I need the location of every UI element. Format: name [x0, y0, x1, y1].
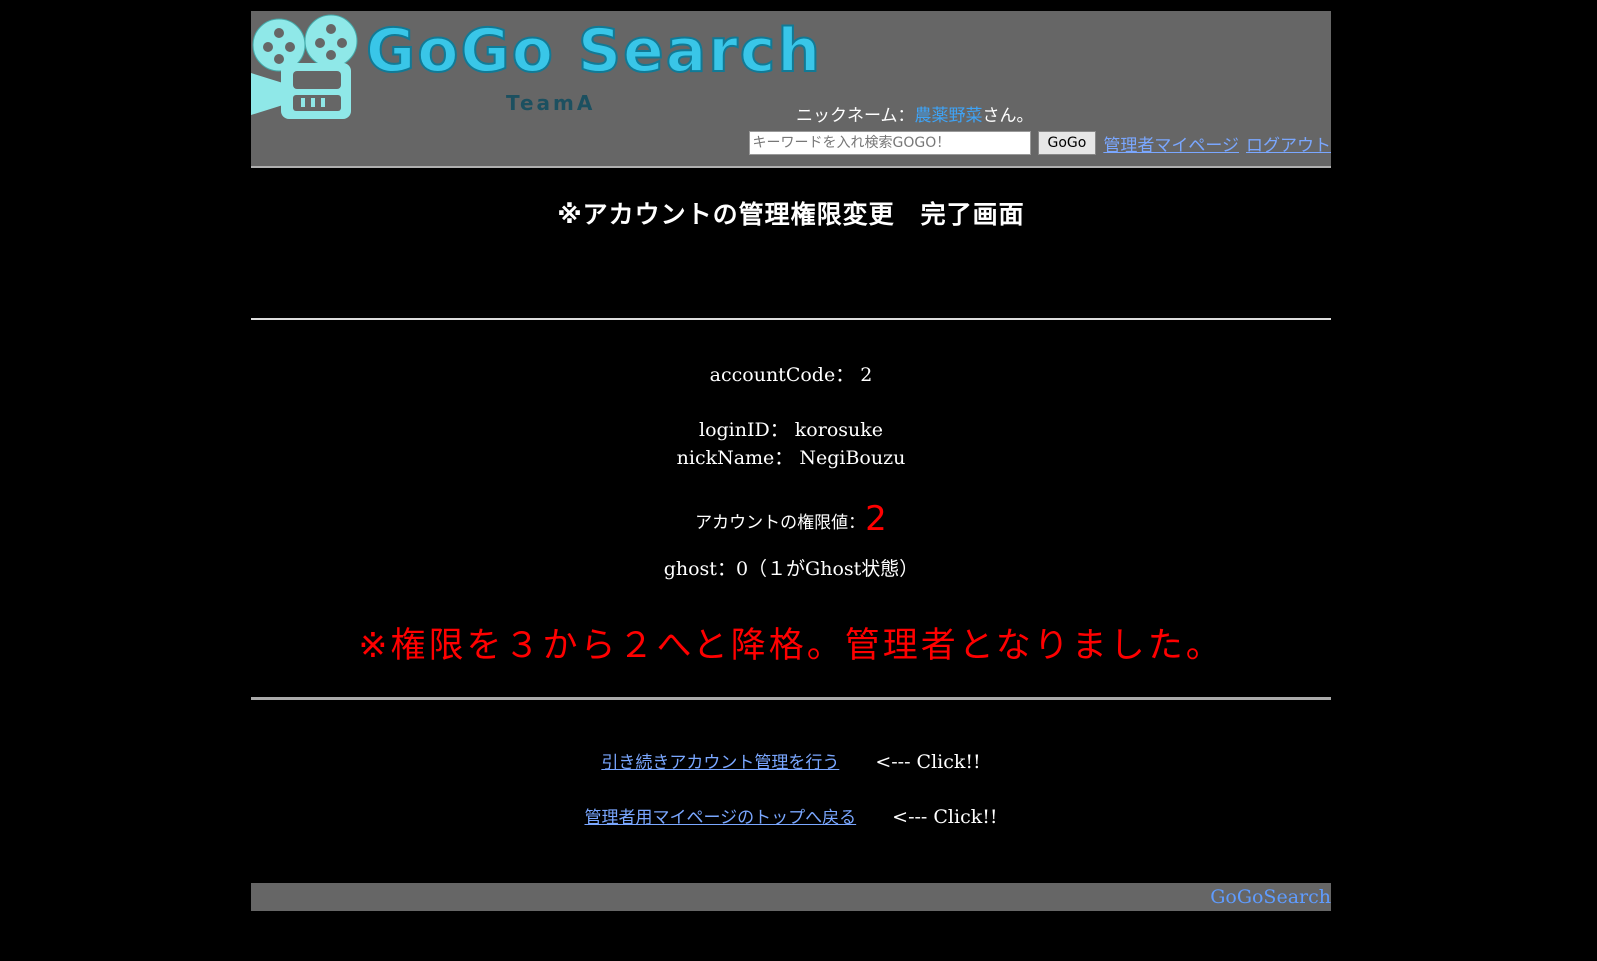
site-logo-text: GoGo Search [365, 16, 823, 86]
site-footer: GoGoSearch [251, 883, 1331, 911]
nickname-row-value: NegiBouzu [799, 447, 906, 469]
login-id-row: loginID： korosuke [251, 415, 1331, 442]
account-code-row: accountCode： 2 [251, 360, 1331, 387]
admin-mypage-link[interactable]: 管理者マイページ [1103, 131, 1239, 156]
nickname-value: 農薬野菜 [914, 106, 983, 126]
movie-camera-icon [251, 14, 358, 119]
click-hint: <--- Click!! [875, 751, 981, 773]
continue-account-manage-link[interactable]: 引き続きアカウント管理を行う [601, 753, 839, 773]
nickname-prefix: ニックネーム： [796, 106, 915, 126]
logout-link[interactable]: ログアウト [1246, 131, 1331, 156]
search-bar: GoGo 管理者マイページ ログアウト [748, 130, 1331, 156]
nav-row-account-manage: 引き続きアカウント管理を行う <--- Click!! [251, 748, 1331, 773]
login-id-label: loginID： [699, 419, 789, 441]
page-container: GoGo Search TeamA ニックネーム：農薬野菜さん。 GoGo 管理… [251, 11, 1331, 911]
account-code-label: accountCode： [709, 364, 855, 386]
nav-row-admin-top: 管理者用マイページのトップへ戻る <--- Click!! [251, 803, 1331, 828]
nickname-suffix: さん。 [982, 106, 1034, 126]
ghost-status: ghost：0（１がGhost状態） [663, 558, 919, 580]
nickname-row: nickName： NegiBouzu [251, 443, 1331, 470]
site-header: GoGo Search TeamA ニックネーム：農薬野菜さん。 GoGo 管理… [251, 11, 1331, 168]
admin-top-link[interactable]: 管理者用マイページのトップへ戻る [584, 808, 856, 828]
divider [251, 318, 1331, 320]
account-code-value: 2 [860, 364, 873, 386]
authority-row: アカウントの権限値：2 [251, 499, 1331, 539]
authority-label: アカウントの権限値： [695, 513, 866, 533]
result-notice: ※権限を３から２へと降格。管理者となりました。 [358, 626, 1224, 666]
page-title: ※アカウントの管理権限変更 完了画面 [557, 200, 1025, 229]
site-logo-subtitle: TeamA [506, 91, 596, 115]
authority-value: 2 [865, 499, 887, 539]
search-button[interactable]: GoGo [1037, 131, 1097, 155]
login-id-value: korosuke [794, 419, 883, 441]
search-input[interactable] [748, 131, 1031, 155]
divider [251, 697, 1331, 700]
click-hint: <--- Click!! [892, 806, 998, 828]
nickname-label: nickName： [676, 447, 794, 469]
nickname-greeting: ニックネーム：農薬野菜さん。 [796, 101, 1034, 126]
footer-home-link[interactable]: GoGoSearch [1210, 886, 1331, 908]
